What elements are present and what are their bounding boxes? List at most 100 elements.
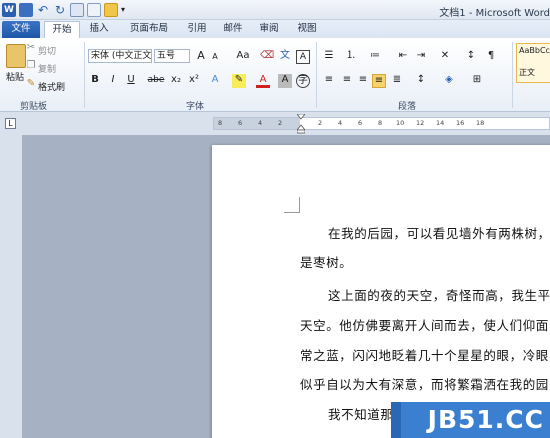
multilevel-list-icon[interactable]: ≔ <box>368 50 382 64</box>
tab-file[interactable]: 文件 <box>2 21 40 38</box>
document-line: 我不知道那 <box>328 407 394 422</box>
tab-page-layout[interactable]: 页面布局 <box>124 21 174 38</box>
italic-button[interactable]: I <box>106 74 120 88</box>
format-painter-icon: ✎ <box>26 78 36 89</box>
tab-references[interactable]: 引用 <box>184 21 210 38</box>
strikethrough-button[interactable]: abe <box>146 74 166 88</box>
document-line: 天空。他仿佛要离开人间而去，使人们仰面 <box>300 318 549 333</box>
watermark-text: JB51.CC <box>427 405 544 434</box>
ruler-tick: 4 <box>258 119 263 127</box>
grow-font-button[interactable]: A <box>194 50 208 64</box>
customize-icon[interactable]: ▾ <box>121 3 129 17</box>
line-spacing-icon[interactable]: ↕ <box>414 74 428 88</box>
divider <box>84 42 85 108</box>
justify-icon[interactable]: ≡ <box>372 74 386 88</box>
ruler-tick: 8 <box>218 119 223 127</box>
quick-access-toolbar: W ↶ ↻ ▾ <box>2 2 132 18</box>
tab-home[interactable]: 开始 <box>44 21 80 38</box>
tab-review[interactable]: 审阅 <box>256 21 282 38</box>
subscript-button[interactable]: x₂ <box>168 74 184 88</box>
copy-button[interactable]: 复制 <box>38 62 56 75</box>
cut-button[interactable]: 剪切 <box>38 44 56 57</box>
increase-indent-icon[interactable]: ⇥ <box>414 50 428 64</box>
save-icon[interactable] <box>19 3 33 17</box>
redo-icon[interactable]: ↻ <box>53 3 67 17</box>
watermark-logo: JB51.CC <box>391 402 550 438</box>
copy-icon: ❐ <box>26 60 36 71</box>
superscript-button[interactable]: x² <box>186 74 202 88</box>
ruler-tick: 2 <box>278 119 283 127</box>
clear-format-icon[interactable]: ⌫ <box>260 50 274 64</box>
decrease-indent-icon[interactable]: ⇤ <box>396 50 410 64</box>
borders-icon[interactable]: ⊞ <box>470 74 484 88</box>
title-bar: W ↶ ↻ ▾ 文档1 - Microsoft Word <box>0 0 550 20</box>
ruler-tick: 18 <box>476 119 485 127</box>
align-right-icon[interactable]: ≡ <box>356 74 370 88</box>
enclose-char-icon[interactable]: 字 <box>296 74 310 88</box>
crop-mark <box>284 197 300 213</box>
align-center-icon[interactable]: ≡ <box>340 74 354 88</box>
print-preview-icon[interactable] <box>70 3 84 17</box>
document-line: 似乎自以为大有深意，而将繁霜洒在我的园 <box>300 377 549 392</box>
paragraph-group-label: 段落 <box>398 102 417 112</box>
format-painter-button[interactable]: 格式刷 <box>38 80 65 93</box>
paste-button[interactable]: 粘贴 <box>6 70 24 83</box>
font-group-label: 字体 <box>186 102 205 112</box>
document-page[interactable]: 在我的后园，可以看见墙外有两株树， 是枣树。 这上面的夜的天空，奇怪而高，我生平… <box>212 145 550 438</box>
ruler-tick: 4 <box>338 119 343 127</box>
tab-mailings[interactable]: 邮件 <box>220 21 246 38</box>
shrink-font-button[interactable]: A <box>208 51 222 65</box>
ruler-tick: 16 <box>456 119 465 127</box>
bold-button[interactable]: B <box>88 74 102 88</box>
indent-marker-icon[interactable] <box>297 114 305 134</box>
window-title: 文档1 - Microsoft Word <box>439 8 550 19</box>
shading-icon[interactable]: ◈ <box>442 74 456 88</box>
email-icon[interactable] <box>87 3 101 17</box>
chinese-layout-icon[interactable]: ✕ <box>438 50 452 64</box>
ruler-tick: 6 <box>358 119 363 127</box>
undo-icon[interactable]: ↶ <box>36 3 50 17</box>
scissors-icon: ✂ <box>26 42 36 53</box>
style-name: 正文 <box>519 68 535 77</box>
tab-selector[interactable]: L <box>5 118 16 129</box>
paste-icon[interactable] <box>6 44 26 68</box>
sort-icon[interactable]: ↕ <box>464 50 478 64</box>
vertical-ruler-area <box>0 135 22 438</box>
ruler-tick: 10 <box>396 119 405 127</box>
style-preview: AaBbCc <box>519 46 550 55</box>
align-left-icon[interactable]: ≡ <box>322 74 336 88</box>
divider <box>512 42 513 108</box>
word-icon[interactable]: W <box>2 3 16 17</box>
char-shading-icon[interactable]: A <box>278 74 292 88</box>
underline-button[interactable]: U <box>124 74 138 88</box>
horizontal-ruler[interactable]: 8 6 4 2 2 4 6 8 10 12 14 16 18 <box>213 114 550 134</box>
numbering-icon[interactable]: ⒈ <box>344 50 358 64</box>
ruler-bar: L 8 6 4 2 2 4 6 8 10 12 14 16 18 <box>0 112 550 135</box>
document-line: 常之蓝，闪闪地眨着几十个星星的眼，冷眼 <box>300 348 549 363</box>
show-marks-icon[interactable]: ¶ <box>484 50 498 64</box>
highlight-icon[interactable]: ✎ <box>232 74 246 88</box>
phonetic-icon[interactable]: 文 <box>278 50 292 64</box>
folder-icon[interactable] <box>104 3 118 17</box>
font-size-select[interactable]: 五号 <box>154 49 190 63</box>
font-name-select[interactable]: 宋体 (中文正文) <box>88 49 152 63</box>
distributed-icon[interactable]: ≣ <box>390 74 404 88</box>
font-color-icon[interactable]: A <box>256 74 270 88</box>
document-line: 这上面的夜的天空，奇怪而高，我生平 <box>328 288 550 303</box>
ruler-tick: 12 <box>416 119 425 127</box>
char-border-icon[interactable]: A <box>296 50 310 64</box>
style-normal[interactable]: AaBbCc 正文 <box>516 43 550 83</box>
ruler-tick: 14 <box>436 119 445 127</box>
document-line: 在我的后园，可以看见墙外有两株树， <box>328 226 550 241</box>
bullets-icon[interactable]: ☰ <box>322 50 336 64</box>
tab-insert[interactable]: 插入 <box>84 21 114 38</box>
ruler-tick: 2 <box>318 119 323 127</box>
text-effects-icon[interactable]: A <box>208 74 222 88</box>
ruler-margin <box>214 118 300 129</box>
document-line: 是枣树。 <box>300 255 353 270</box>
watermark-bar <box>391 402 401 438</box>
ruler-tick: 6 <box>238 119 243 127</box>
tab-view[interactable]: 视图 <box>294 21 320 38</box>
ruler-tick: 8 <box>378 119 383 127</box>
change-case-button[interactable]: Aa <box>234 50 252 64</box>
